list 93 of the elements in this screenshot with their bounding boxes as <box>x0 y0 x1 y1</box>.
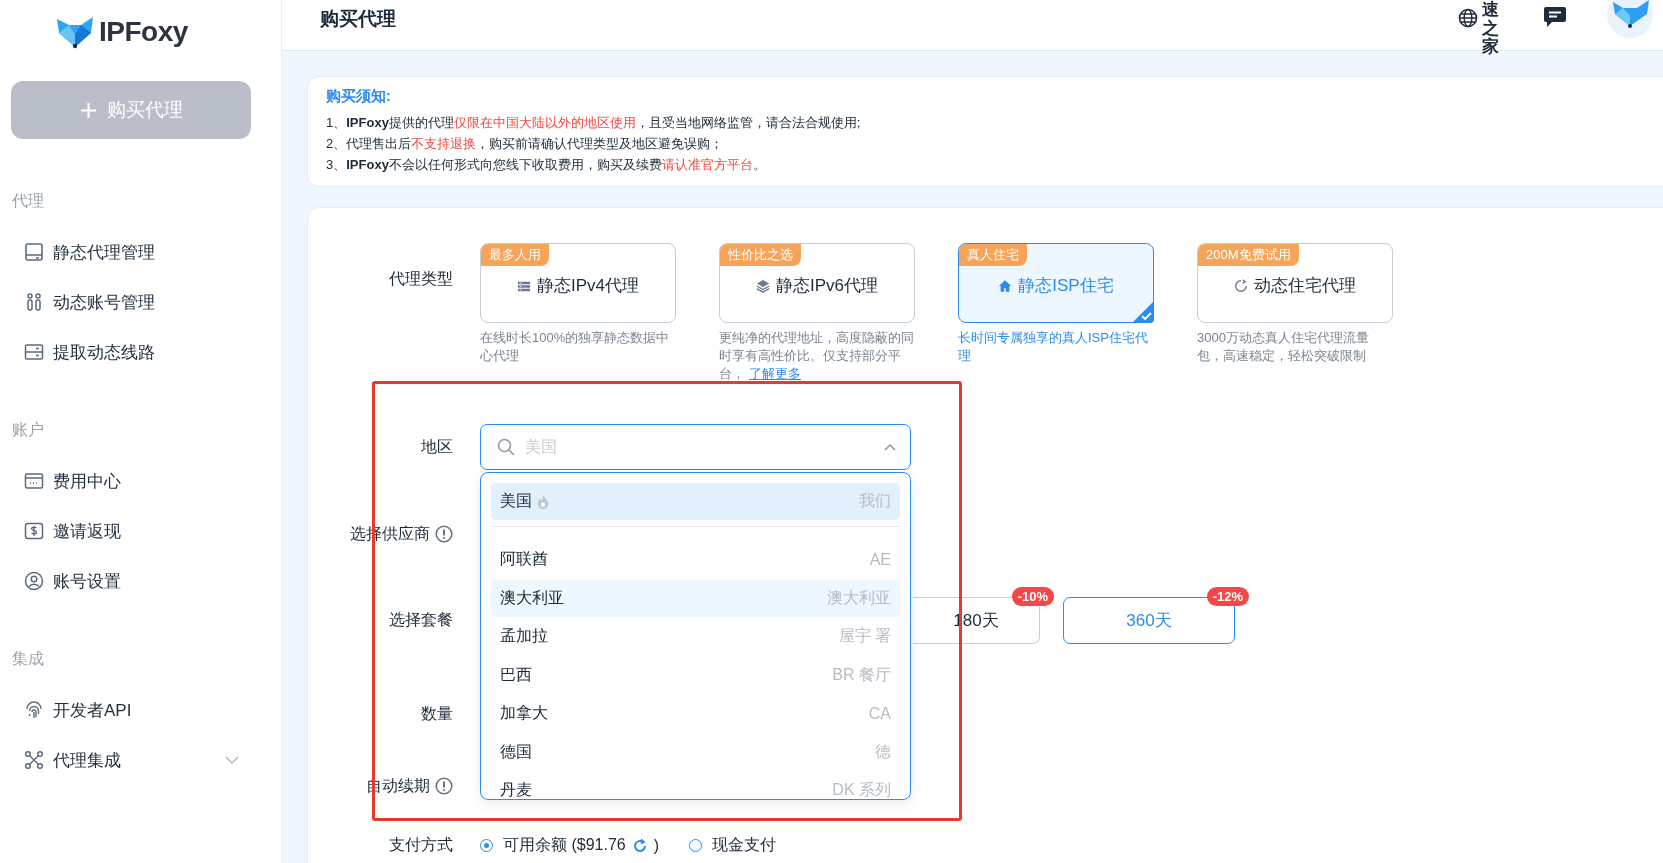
card-badge: 性价比之选 <box>720 244 801 266</box>
layers-icon <box>756 278 770 293</box>
user-icon <box>24 571 44 591</box>
avatar[interactable] <box>1607 0 1653 38</box>
country-code: 德 <box>875 741 891 762</box>
network-icon <box>24 750 44 770</box>
message-icon[interactable] <box>1543 6 1567 28</box>
card-icon <box>24 471 44 491</box>
info-icon[interactable] <box>435 777 453 795</box>
sidebar-item[interactable]: 提取动态线路 <box>0 327 281 377</box>
discount-badge: -12% <box>1206 587 1249 606</box>
proxy-type-title: 静态ISP住宅 <box>1018 275 1114 297</box>
card-badge: 真人住宅 <box>959 244 1027 266</box>
notice-line: 2、代理售出后不支持退换，购买前请确认代理类型及地区避免误购； <box>326 135 725 153</box>
payment-radio[interactable]: 现金支付 <box>689 835 777 856</box>
field-label: 代理类型 <box>388 269 453 289</box>
page-title: 购买代理 <box>320 7 396 31</box>
proxy-type-card[interactable]: 性价比之选 静态IPv6代理 <box>719 243 915 323</box>
sidebar-item[interactable]: 费用中心 <box>0 456 281 506</box>
server-icon <box>24 342 44 362</box>
notice-line: 1、IPFoxy提供的代理仅限在中国大陆以外的地区使用，且受当地网络监管，请合法合规使用; <box>326 114 862 132</box>
flame-icon <box>536 493 550 510</box>
proxy-type-title: 动态住宅代理 <box>1254 275 1356 297</box>
fox-logo-icon <box>55 15 95 49</box>
field-label: 数量 <box>420 703 453 724</box>
country-name: 阿联酋 <box>500 549 548 569</box>
field-label: 地区 <box>420 436 453 457</box>
region-option[interactable]: 丹麦 DK 系列 <box>491 772 900 799</box>
people-icon <box>24 292 44 312</box>
country-code: CA <box>868 704 891 723</box>
proxy-type-description: 长时间专属独享的真人ISP住宅代理 <box>958 329 1149 365</box>
sidebar-item[interactable]: 静态代理管理 <box>0 227 281 277</box>
country-name: 澳大利亚 <box>500 587 564 608</box>
country-name: 丹麦 <box>500 780 532 799</box>
country-code: BR 餐厅 <box>832 664 891 685</box>
logo-text: IPFoxy <box>99 16 188 48</box>
sidebar-item[interactable]: 邀请返现 <box>0 506 281 556</box>
plus-icon <box>79 101 97 119</box>
card-badge: 200M免费试用 <box>1198 244 1299 266</box>
payment-radio[interactable]: 可用余额 ($91.76 ) <box>480 835 660 856</box>
notice-line: 3、IPFoxy不会以任何形式向您线下收取费用，购买及续费请认准官方平台。 <box>326 156 767 174</box>
proxy-type-description: 在线时长100%的独享静态数据中心代理 <box>480 329 671 365</box>
payment-label: 可用余额 ($91.76 <box>503 835 626 855</box>
sidebar-item[interactable]: 开发者API <box>0 685 281 735</box>
cycle-icon <box>1234 278 1248 293</box>
check-corner-icon <box>1132 301 1154 323</box>
proxy-type-description: 更纯净的代理地址，高度隐蔽的同时享有高性价比。仅支持部分平台， 了解更多 <box>719 329 915 383</box>
proxy-type-description: 3000万动态真人住宅代理流量包，高速稳定，轻松突破限制 <box>1197 329 1370 365</box>
field-label: 支付方式 <box>388 835 453 855</box>
region-option[interactable]: 德国 德 <box>491 733 900 771</box>
region-option[interactable]: 澳大利亚 澳大利亚 <box>491 579 900 617</box>
sidebar-item[interactable]: 代理集成 <box>0 735 281 785</box>
monitor-icon <box>24 242 44 262</box>
proxy-type-card[interactable]: 最多人用 静态IPv4代理 <box>480 243 676 323</box>
region-option[interactable]: 巴西 BR 餐厅 <box>491 656 900 694</box>
country-name: 德国 <box>500 741 532 762</box>
region-option[interactable]: 美国 我们 <box>491 483 900 520</box>
region-option[interactable]: 阿联酋 AE <box>491 541 900 578</box>
country-code: AE <box>869 550 891 569</box>
caret-icon <box>884 443 896 451</box>
payment-label: 现金支付 <box>712 835 777 855</box>
country-name: 孟加拉 <box>500 626 548 646</box>
refresh-icon[interactable] <box>631 837 648 854</box>
country-code: 我们 <box>859 491 891 511</box>
country-name: 巴西 <box>500 664 532 685</box>
country-code: 屋宇 署 <box>838 626 891 646</box>
region-option[interactable]: 加拿大 CA <box>491 695 900 732</box>
globe-icon[interactable] <box>1458 8 1478 28</box>
section-heading: 集成 <box>12 649 45 669</box>
fingerprint-icon <box>24 700 44 720</box>
country-name: 美国 <box>500 491 532 511</box>
region-option[interactable]: 孟加拉 屋宇 署 <box>491 618 900 655</box>
country-code: DK 系列 <box>832 780 891 799</box>
learn-more-link[interactable]: 了解更多 <box>749 366 801 381</box>
section-heading: 账户 <box>12 420 45 440</box>
sidebar-item[interactable]: 动态账号管理 <box>0 277 281 327</box>
proxy-type-title: 静态IPv4代理 <box>537 275 639 297</box>
info-icon[interactable] <box>435 525 453 543</box>
user-name[interactable]: 速之家 <box>1482 1 1499 58</box>
search-icon <box>497 438 515 456</box>
country-name: 加拿大 <box>500 703 548 723</box>
home-icon <box>998 278 1013 293</box>
field-label: 选择套餐 <box>388 610 453 630</box>
section-heading: 代理 <box>12 191 45 211</box>
dollar-icon <box>24 521 44 541</box>
card-badge: 最多人用 <box>481 244 549 266</box>
country-code: 澳大利亚 <box>827 587 891 608</box>
discount-badge: -10% <box>1011 587 1054 606</box>
payment-label: ) <box>653 836 660 855</box>
proxy-type-title: 静态IPv6代理 <box>776 275 878 297</box>
notice-title: 购买须知: <box>326 87 392 106</box>
proxy-type-card[interactable]: 200M免费试用 动态住宅代理 <box>1197 243 1393 323</box>
sidebar-item[interactable]: 账号设置 <box>0 556 281 606</box>
